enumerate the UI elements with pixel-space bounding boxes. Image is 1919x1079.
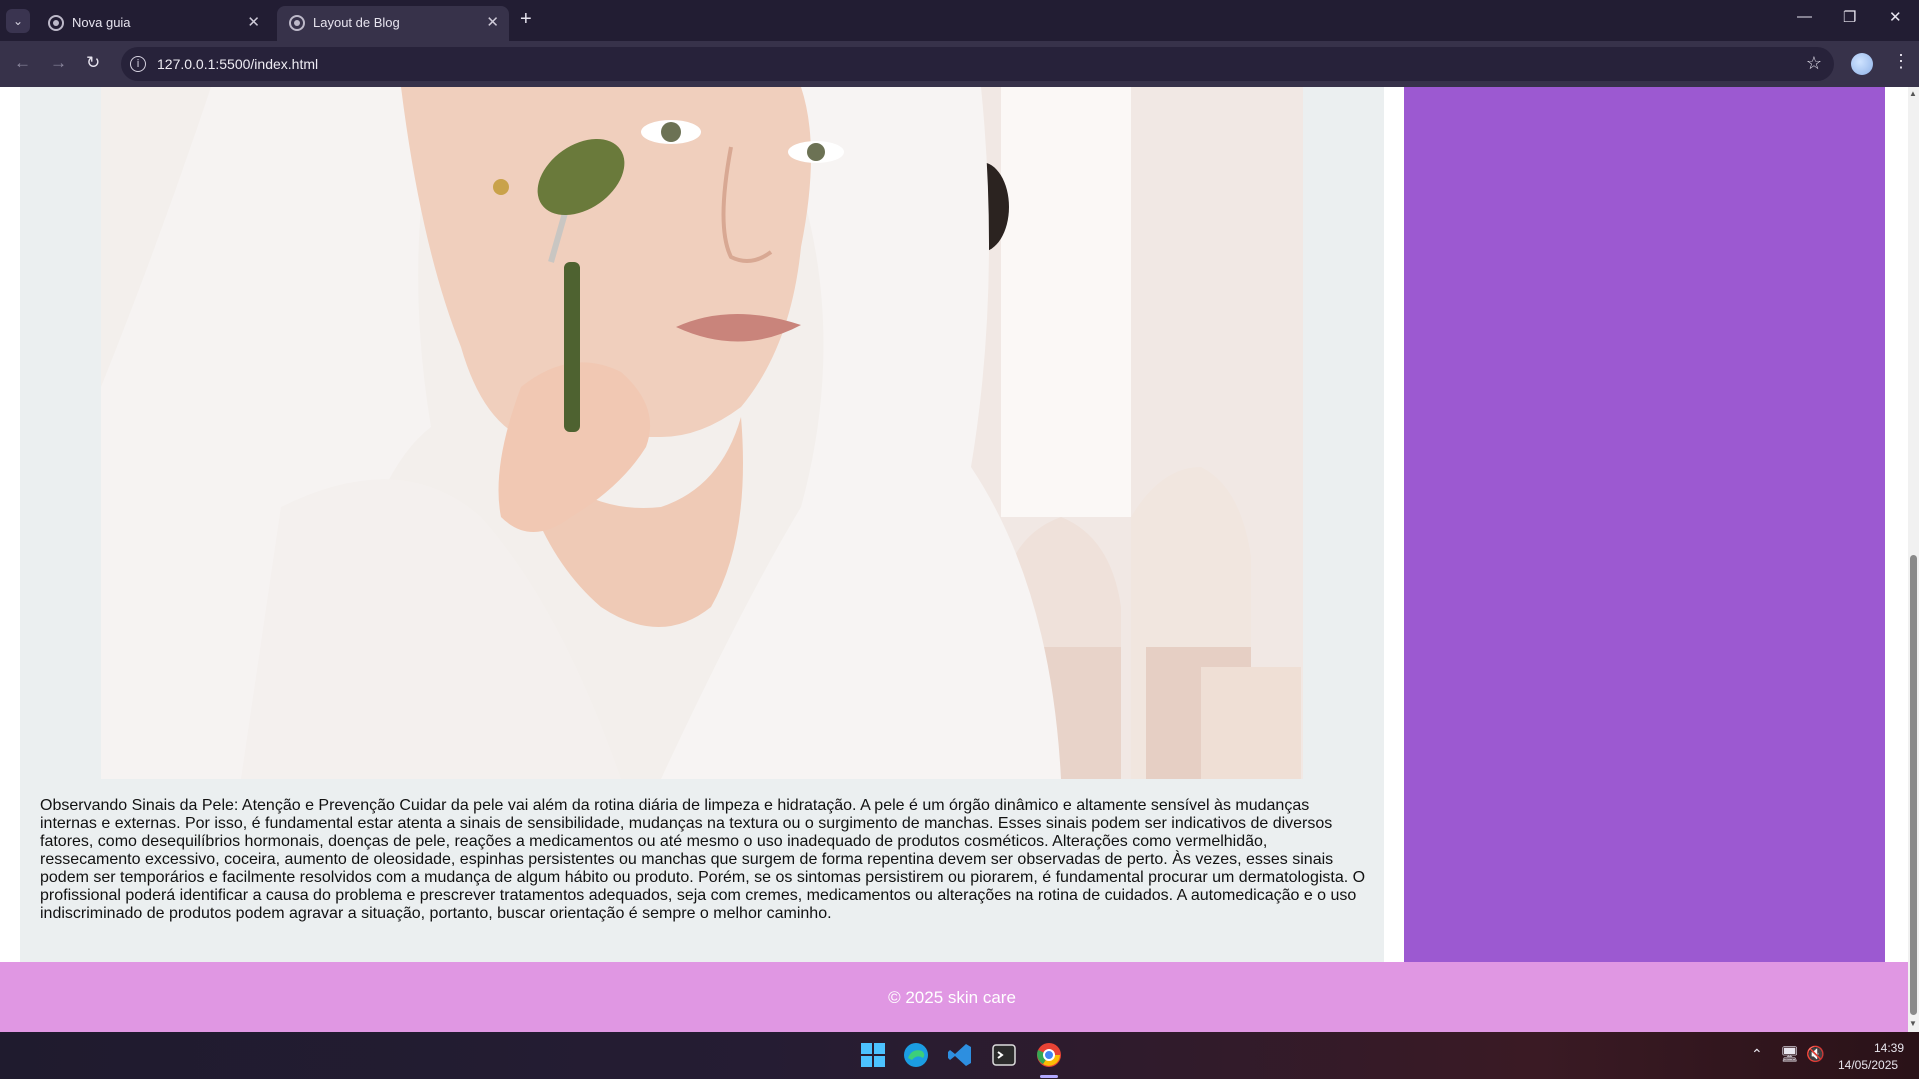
network-icon[interactable]: 🖥 — [1780, 1045, 1799, 1063]
page-viewport: Observando Sinais da Pele: Atenção e Pre… — [0, 87, 1908, 1032]
clock-date[interactable]: 14/05/2025 — [1838, 1058, 1898, 1072]
browser-toolbar: ← → ↻ i 127.0.0.1:5500/index.html ☆ ⋮ — [0, 41, 1919, 87]
restore-icon[interactable]: ❐ — [1843, 8, 1856, 26]
article-card: Observando Sinais da Pele: Atenção e Pre… — [20, 87, 1384, 1029]
url-text[interactable]: 127.0.0.1:5500/index.html — [157, 56, 318, 72]
chevron-down-icon[interactable]: ⌄ — [6, 9, 30, 33]
avatar[interactable] — [1851, 53, 1873, 75]
tab-nova-guia[interactable]: Nova guia ✕ — [36, 6, 270, 41]
chevron-up-icon[interactable]: ⌃ — [1751, 1046, 1763, 1063]
footer-copyright: © 2025 skin care — [888, 988, 1016, 1007]
address-bar[interactable]: i 127.0.0.1:5500/index.html ☆ — [121, 47, 1834, 81]
minimize-icon[interactable]: — — [1797, 8, 1812, 25]
scroll-thumb[interactable] — [1910, 555, 1917, 1015]
page-footer: © 2025 skin care — [0, 962, 1908, 1032]
terminal-icon[interactable] — [991, 1042, 1017, 1068]
arrow-left-icon[interactable]: ← — [14, 53, 31, 73]
scroll-up-icon[interactable]: ▲ — [1909, 89, 1917, 98]
tab-layout-de-blog[interactable]: Layout de Blog ✕ — [277, 6, 509, 41]
windows-start-icon[interactable] — [860, 1042, 886, 1068]
sidebar-panel — [1404, 87, 1885, 1029]
plus-icon[interactable]: + — [520, 8, 532, 31]
os-taskbar: ⌃ 🖥 🔇 14:39 14/05/2025 — [0, 1032, 1919, 1079]
star-icon[interactable]: ☆ — [1806, 53, 1822, 74]
edge-browser-icon[interactable] — [903, 1042, 929, 1068]
chrome-favicon-icon — [48, 15, 64, 31]
article-body-text: Observando Sinais da Pele: Atenção e Pre… — [40, 797, 1366, 922]
close-icon[interactable]: ✕ — [247, 13, 260, 31]
hero-image — [101, 87, 1303, 779]
scroll-down-icon[interactable]: ▼ — [1909, 1019, 1917, 1028]
tab-strip: ⌄ Nova guia ✕ Layout de Blog ✕ + — ❐ ✕ — [0, 0, 1919, 41]
globe-favicon-icon — [289, 15, 305, 31]
vertical-scrollbar[interactable]: ▲ ▼ — [1908, 87, 1919, 1032]
clock-time[interactable]: 14:39 — [1874, 1041, 1904, 1055]
kebab-menu-icon[interactable]: ⋮ — [1892, 51, 1910, 72]
info-icon[interactable]: i — [130, 56, 146, 72]
reload-icon[interactable]: ↻ — [86, 53, 100, 73]
volume-muted-icon[interactable]: 🔇 — [1806, 1045, 1825, 1063]
facial-roller-photo — [101, 87, 1303, 779]
vscode-icon[interactable] — [947, 1042, 973, 1068]
close-icon[interactable]: ✕ — [486, 13, 499, 31]
active-app-indicator — [1040, 1075, 1058, 1078]
tab-title: Nova guia — [72, 15, 131, 30]
chrome-icon[interactable] — [1036, 1042, 1062, 1068]
tab-title: Layout de Blog — [313, 15, 400, 30]
arrow-right-icon[interactable]: → — [50, 53, 67, 73]
window-close-icon[interactable]: ✕ — [1889, 8, 1902, 26]
